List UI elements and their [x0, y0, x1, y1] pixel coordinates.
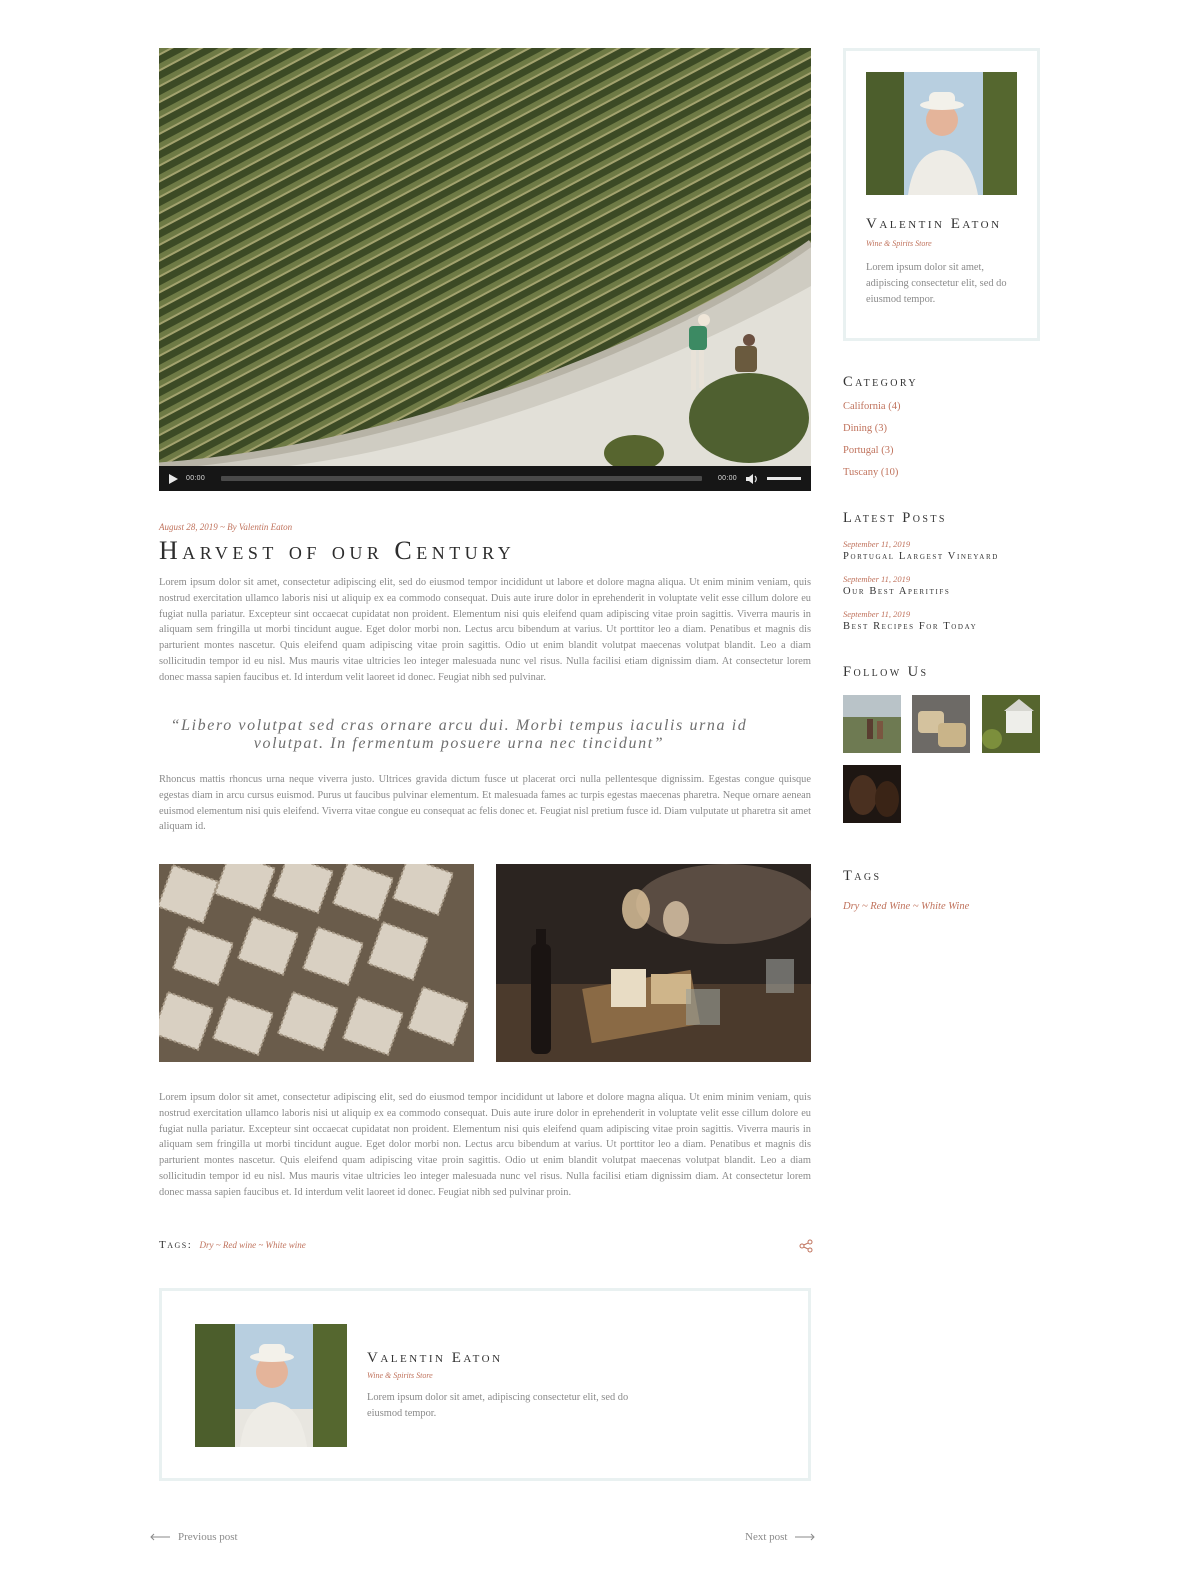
instagram-thumb[interactable]	[982, 695, 1040, 753]
instagram-thumb[interactable]	[843, 765, 901, 823]
author-avatar	[195, 1324, 347, 1447]
next-post-link[interactable]: Next post	[745, 1531, 816, 1543]
video-player[interactable]: 00:00 00:00	[159, 48, 811, 491]
sidebar-author-card: Valentin Eaton Wine & Spirits Store Lore…	[843, 48, 1040, 341]
previous-post-label: Previous post	[178, 1531, 238, 1543]
latest-post-title[interactable]: Best Recipes For Today	[843, 621, 977, 632]
post-quote: “Libero volutpat sed cras ornare arcu du…	[170, 717, 748, 752]
post-meta: August 28, 2019 ~ By Valentin Eaton	[159, 522, 292, 532]
post-paragraph-3: Lorem ipsum dolor sit amet, consectetur …	[159, 1092, 811, 1198]
duration: 00:00	[717, 475, 737, 482]
current-time: 00:00	[186, 475, 206, 482]
latest-post-title[interactable]: Portugal Largest Vineyard	[843, 551, 999, 562]
latest-posts-widget-title: Latest Posts	[843, 510, 947, 526]
latest-post-date: September 11, 2019	[843, 609, 911, 619]
latest-post-date: September 11, 2019	[843, 539, 911, 549]
tags-label: Tags:	[159, 1239, 193, 1251]
post-tag-links[interactable]: Dry ~ Red wine ~ White wine	[200, 1240, 306, 1250]
category-link-california[interactable]: California (4)	[843, 401, 900, 412]
follow-us-widget-title: Follow Us	[843, 664, 929, 680]
category-link-portugal[interactable]: Portugal (3)	[843, 445, 893, 456]
next-post-label: Next post	[745, 1531, 788, 1543]
post-paragraph-2: Rhoncus mattis rhoncus urna neque viverr…	[159, 774, 811, 833]
latest-post-date: September 11, 2019	[843, 574, 911, 584]
category-widget-title: Category	[843, 374, 918, 390]
arrow-right-icon	[795, 1533, 816, 1541]
share-icon[interactable]	[799, 1239, 813, 1253]
volume-icon[interactable]	[745, 473, 759, 485]
author-name: Valentin Eaton	[367, 1350, 503, 1366]
sidebar-author-description: Lorem ipsum dolor sit amet, adipiscing c…	[866, 262, 1007, 305]
post-title: Harvest of our Century	[159, 536, 516, 565]
instagram-thumb[interactable]	[912, 695, 970, 753]
post-date[interactable]: August 28, 2019	[159, 522, 218, 532]
ravioli-image	[159, 864, 474, 1062]
tags-widget-title: Tags	[843, 868, 882, 884]
video-controls: 00:00 00:00	[159, 466, 811, 491]
post-paragraph-1: Lorem ipsum dolor sit amet, consectetur …	[159, 577, 811, 683]
author-bio-box: Valentin Eaton Wine & Spirits Store Lore…	[159, 1288, 811, 1481]
sidebar-tag-links[interactable]: Dry ~ Red Wine ~ White Wine	[843, 901, 969, 912]
instagram-thumb[interactable]	[843, 695, 901, 753]
category-link-tuscany[interactable]: Tuscany (10)	[843, 467, 898, 478]
author-subtitle: Wine & Spirits Store	[367, 1371, 433, 1380]
post-author[interactable]: By Valentin Eaton	[227, 522, 292, 532]
sidebar-author-avatar	[866, 72, 1017, 195]
category-link-dining[interactable]: Dining (3)	[843, 423, 887, 434]
meta-separator: ~	[220, 522, 225, 532]
arrow-left-icon	[150, 1533, 170, 1541]
volume-slider[interactable]	[767, 477, 801, 480]
sidebar-author-subtitle: Wine & Spirits Store	[866, 239, 932, 248]
vineyard-video-frame	[159, 48, 811, 466]
previous-post-link[interactable]: Previous post	[150, 1531, 238, 1543]
author-description: Lorem ipsum dolor sit amet, adipiscing c…	[367, 1392, 629, 1419]
play-icon[interactable]	[169, 473, 178, 484]
wine-tasting-image	[496, 864, 811, 1062]
sidebar-author-name: Valentin Eaton	[866, 216, 1002, 232]
latest-post-title[interactable]: Our Best Aperitifs	[843, 586, 950, 597]
post-tags: Tags: Dry ~ Red wine ~ White wine	[159, 1239, 815, 1255]
video-progress-bar[interactable]	[221, 476, 702, 481]
